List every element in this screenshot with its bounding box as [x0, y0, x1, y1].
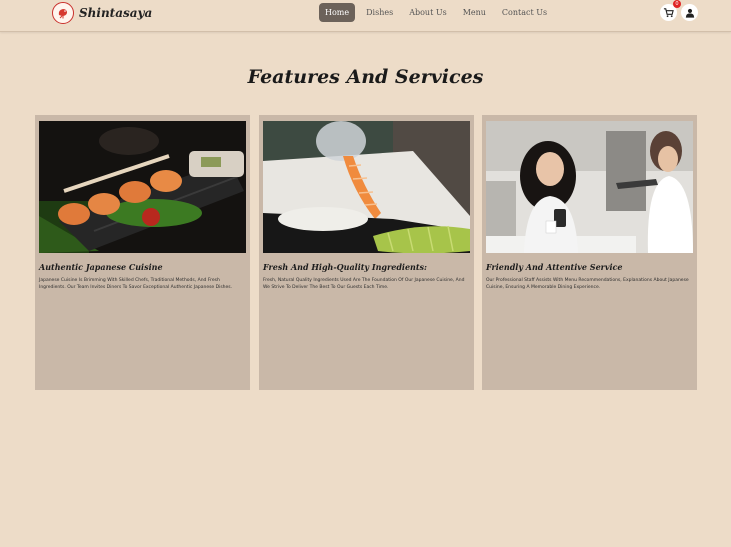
navbar: Shintasaya Home Dishes About Us Menu Con…	[0, 0, 731, 32]
card-description: Japanese Cuisine Is Brimming With Skille…	[39, 278, 233, 290]
card-description: Our Professional Staff Assists With Menu…	[486, 278, 689, 290]
nav-menu[interactable]: Menu	[458, 3, 491, 22]
card-title: Friendly And Attentive Service	[486, 262, 623, 272]
nav-dishes[interactable]: Dishes	[361, 3, 398, 22]
nav-home[interactable]: Home	[319, 3, 356, 22]
shrimp-logo-icon	[52, 2, 74, 24]
feature-card-fresh-ingredients: Fresh And High-Quality Ingredients: Fres…	[259, 115, 474, 390]
user-icon	[685, 8, 694, 18]
sushi-dish-image	[39, 121, 246, 253]
sushi-preparation-image	[263, 121, 470, 253]
cart-button[interactable]: 0	[660, 0, 681, 21]
brand[interactable]: Shintasaya	[52, 0, 152, 26]
nav-about-us[interactable]: About Us	[404, 3, 451, 22]
card-title: Authentic Japanese Cuisine	[39, 262, 163, 272]
user-button[interactable]	[681, 4, 698, 21]
section-title: Features And Services	[247, 66, 484, 88]
nav-contact-us[interactable]: Contact Us	[497, 3, 552, 22]
card-title: Fresh And High-Quality Ingredients:	[263, 262, 428, 272]
cart-icon	[663, 8, 674, 18]
nav-icons: 0	[660, 0, 698, 21]
main-nav: Home Dishes About Us Menu Contact Us	[319, 3, 552, 22]
brand-name: Shintasaya	[79, 6, 153, 20]
card-description: Fresh, Natural Quality Ingredients Used …	[263, 278, 465, 290]
restaurant-service-image	[486, 121, 693, 253]
feature-card-friendly-service: Friendly And Attentive Service Our Profe…	[482, 115, 697, 390]
cart-badge: 0	[673, 0, 681, 8]
feature-card-authentic-cuisine: Authentic Japanese Cuisine Japanese Cuis…	[35, 115, 250, 390]
